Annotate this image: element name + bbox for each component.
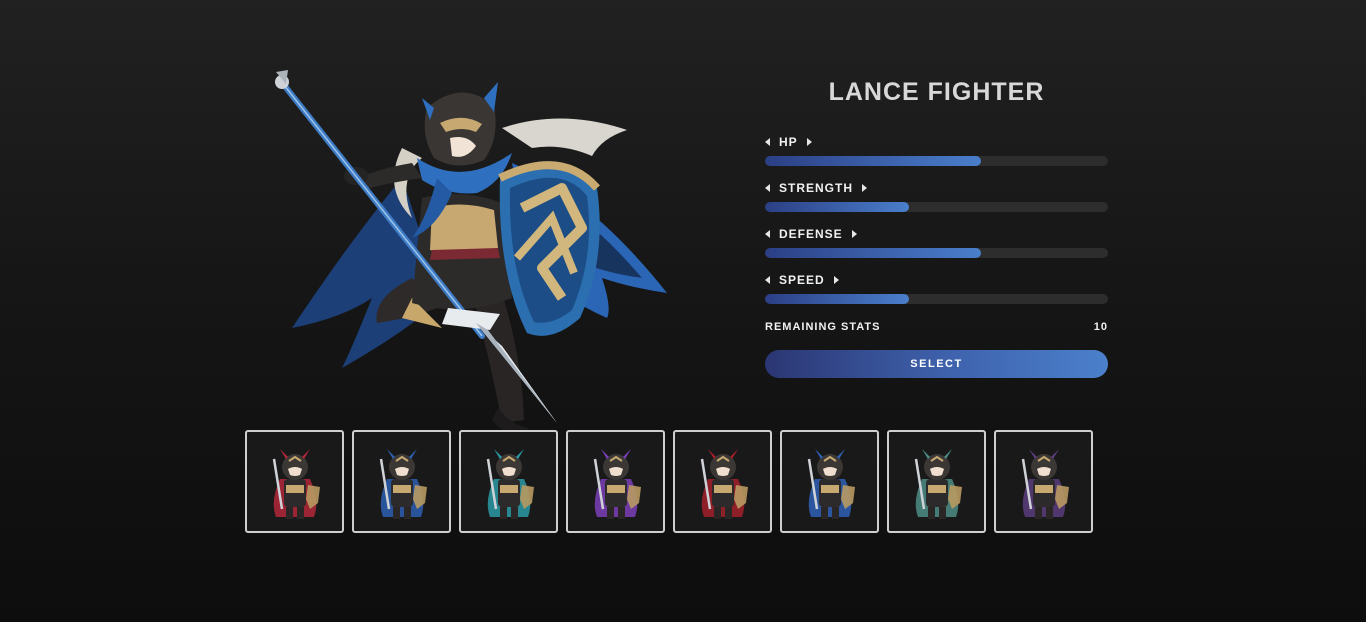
stat-strength-fill [765,202,910,212]
decrease-hp-arrow-icon[interactable] [765,138,770,146]
sword-fighter-sprite-icon [272,448,320,519]
cleric-sprite-icon [807,448,855,519]
roster-slot-thief[interactable] [994,430,1093,533]
archer-sprite-icon [593,448,641,519]
stat-defense-label: DEFENSE [779,227,843,241]
stat-speed-fill [765,294,910,304]
roster-slot-cleric[interactable] [780,430,879,533]
stat-defense-header: DEFENSE [765,224,1108,244]
stat-speed-bar [765,294,1108,304]
character-portrait [262,68,682,438]
roster-slot-knight[interactable] [887,430,986,533]
increase-speed-arrow-icon[interactable] [833,276,839,284]
stat-hp-fill [765,156,982,166]
knight-sprite-icon [914,448,962,519]
remaining-stats-value: 10 [1093,321,1108,333]
thief-sprite-icon [1021,448,1069,519]
stat-strength: STRENGTH [765,178,1108,224]
stat-speed-header: SPEED [765,270,1108,290]
class-details-panel: LANCE FIGHTER HP STRENGTH DEFENSE SPEED … [765,76,1108,378]
roster-slot-mage[interactable] [673,430,772,533]
increase-hp-arrow-icon[interactable] [806,138,812,146]
mage-sprite-icon [700,448,748,519]
axe-fighter-sprite-icon [486,448,534,519]
stat-hp-bar [765,156,1108,166]
lance-fighter-sprite-icon [379,448,427,519]
stat-strength-bar [765,202,1108,212]
roster-slot-lance-fighter[interactable] [352,430,451,533]
stat-hp: HP [765,132,1108,178]
stat-speed-label: SPEED [779,273,825,287]
decrease-defense-arrow-icon[interactable] [765,230,770,238]
lance-fighter-illustration [275,70,667,436]
increase-strength-arrow-icon[interactable] [862,184,867,192]
remaining-stats-label: REMAINING STATS [765,321,881,333]
stat-defense: DEFENSE [765,224,1108,270]
stat-defense-bar [765,248,1108,258]
increase-defense-arrow-icon[interactable] [851,230,857,238]
stat-defense-fill [765,248,982,258]
decrease-strength-arrow-icon[interactable] [765,184,770,192]
stat-strength-label: STRENGTH [779,181,853,195]
class-roster [245,430,1093,533]
roster-slot-axe-fighter[interactable] [459,430,558,533]
stat-hp-header: HP [765,132,1108,152]
stat-strength-header: STRENGTH [765,178,1108,198]
stat-speed: SPEED [765,270,1108,316]
roster-slot-sword-fighter[interactable] [245,430,344,533]
class-title: LANCE FIGHTER [828,78,1045,106]
stat-hp-label: HP [779,135,798,149]
decrease-speed-arrow-icon[interactable] [765,276,770,284]
remaining-stats-row: REMAINING STATS 10 [765,319,1108,335]
roster-slot-archer[interactable] [566,430,665,533]
select-button[interactable]: SELECT [765,350,1108,378]
